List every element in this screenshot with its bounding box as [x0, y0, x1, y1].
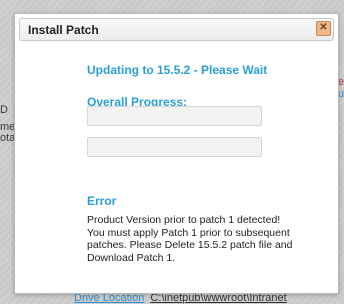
overall-progress-bar — [87, 106, 262, 126]
error-line: Download Patch 1. — [87, 251, 176, 264]
error-message: Product Version prior to patch 1 detecte… — [87, 214, 293, 264]
close-icon: ✕ — [319, 22, 328, 33]
dialog-titlebar[interactable]: Install Patch ✕ — [19, 18, 334, 41]
close-button[interactable]: ✕ — [316, 21, 331, 36]
error-line: patches. Please Delete 15.5.2 patch file… — [87, 239, 293, 251]
install-patch-dialog: Install Patch ✕ Updating to 15.5.2 - Ple… — [14, 13, 339, 294]
update-status: Updating to 15.5.2 - Please Wait — [87, 63, 268, 77]
background-text: D — [0, 104, 8, 116]
error-line: Product Version prior to patch 1 detecte… — [87, 214, 281, 226]
page: D ment otain e u Drive Location C:\inetpu… — [0, 0, 344, 304]
step-progress-bar — [87, 137, 262, 157]
error-line: You must apply Patch 1 prior to subseque… — [87, 226, 290, 239]
dialog-title: Install Patch — [28, 23, 99, 37]
error-title: Error — [87, 194, 117, 208]
